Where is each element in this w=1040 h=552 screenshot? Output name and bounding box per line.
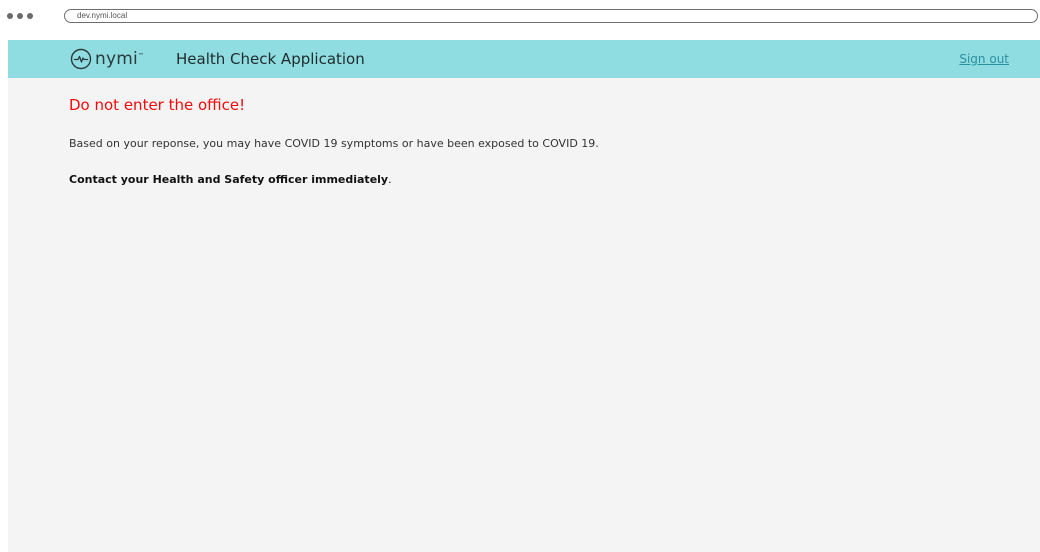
heartbeat-icon <box>70 48 92 70</box>
minimize-dot-icon[interactable] <box>17 13 23 19</box>
close-dot-icon[interactable] <box>7 13 13 19</box>
contact-instruction-bold: Contact your Health and Safety officer i… <box>69 173 389 186</box>
app-page: nymi™ Health Check Application Sign out … <box>8 40 1040 552</box>
contact-instruction: Contact your Health and Safety officer i… <box>69 173 392 186</box>
trademark-mark: ™ <box>137 52 145 60</box>
maximize-dot-icon[interactable] <box>27 13 33 19</box>
app-title: Health Check Application <box>176 50 365 68</box>
contact-instruction-suffix: . <box>388 173 392 186</box>
nymi-logo: nymi™ <box>70 48 144 70</box>
warning-heading: Do not enter the office! <box>69 96 246 114</box>
exposure-message: Based on your reponse, you may have COVI… <box>69 137 599 150</box>
logo-text: nymi™ <box>95 49 145 69</box>
browser-window: dev.nymi.local nymi™ Health Check Applic… <box>0 0 1040 552</box>
window-controls <box>7 13 33 19</box>
sign-out-link[interactable]: Sign out <box>959 52 1009 66</box>
app-header: nymi™ Health Check Application Sign out <box>8 40 1040 78</box>
browser-chrome: dev.nymi.local <box>0 0 1040 36</box>
address-url: dev.nymi.local <box>77 11 128 20</box>
address-bar[interactable]: dev.nymi.local <box>64 9 1038 23</box>
